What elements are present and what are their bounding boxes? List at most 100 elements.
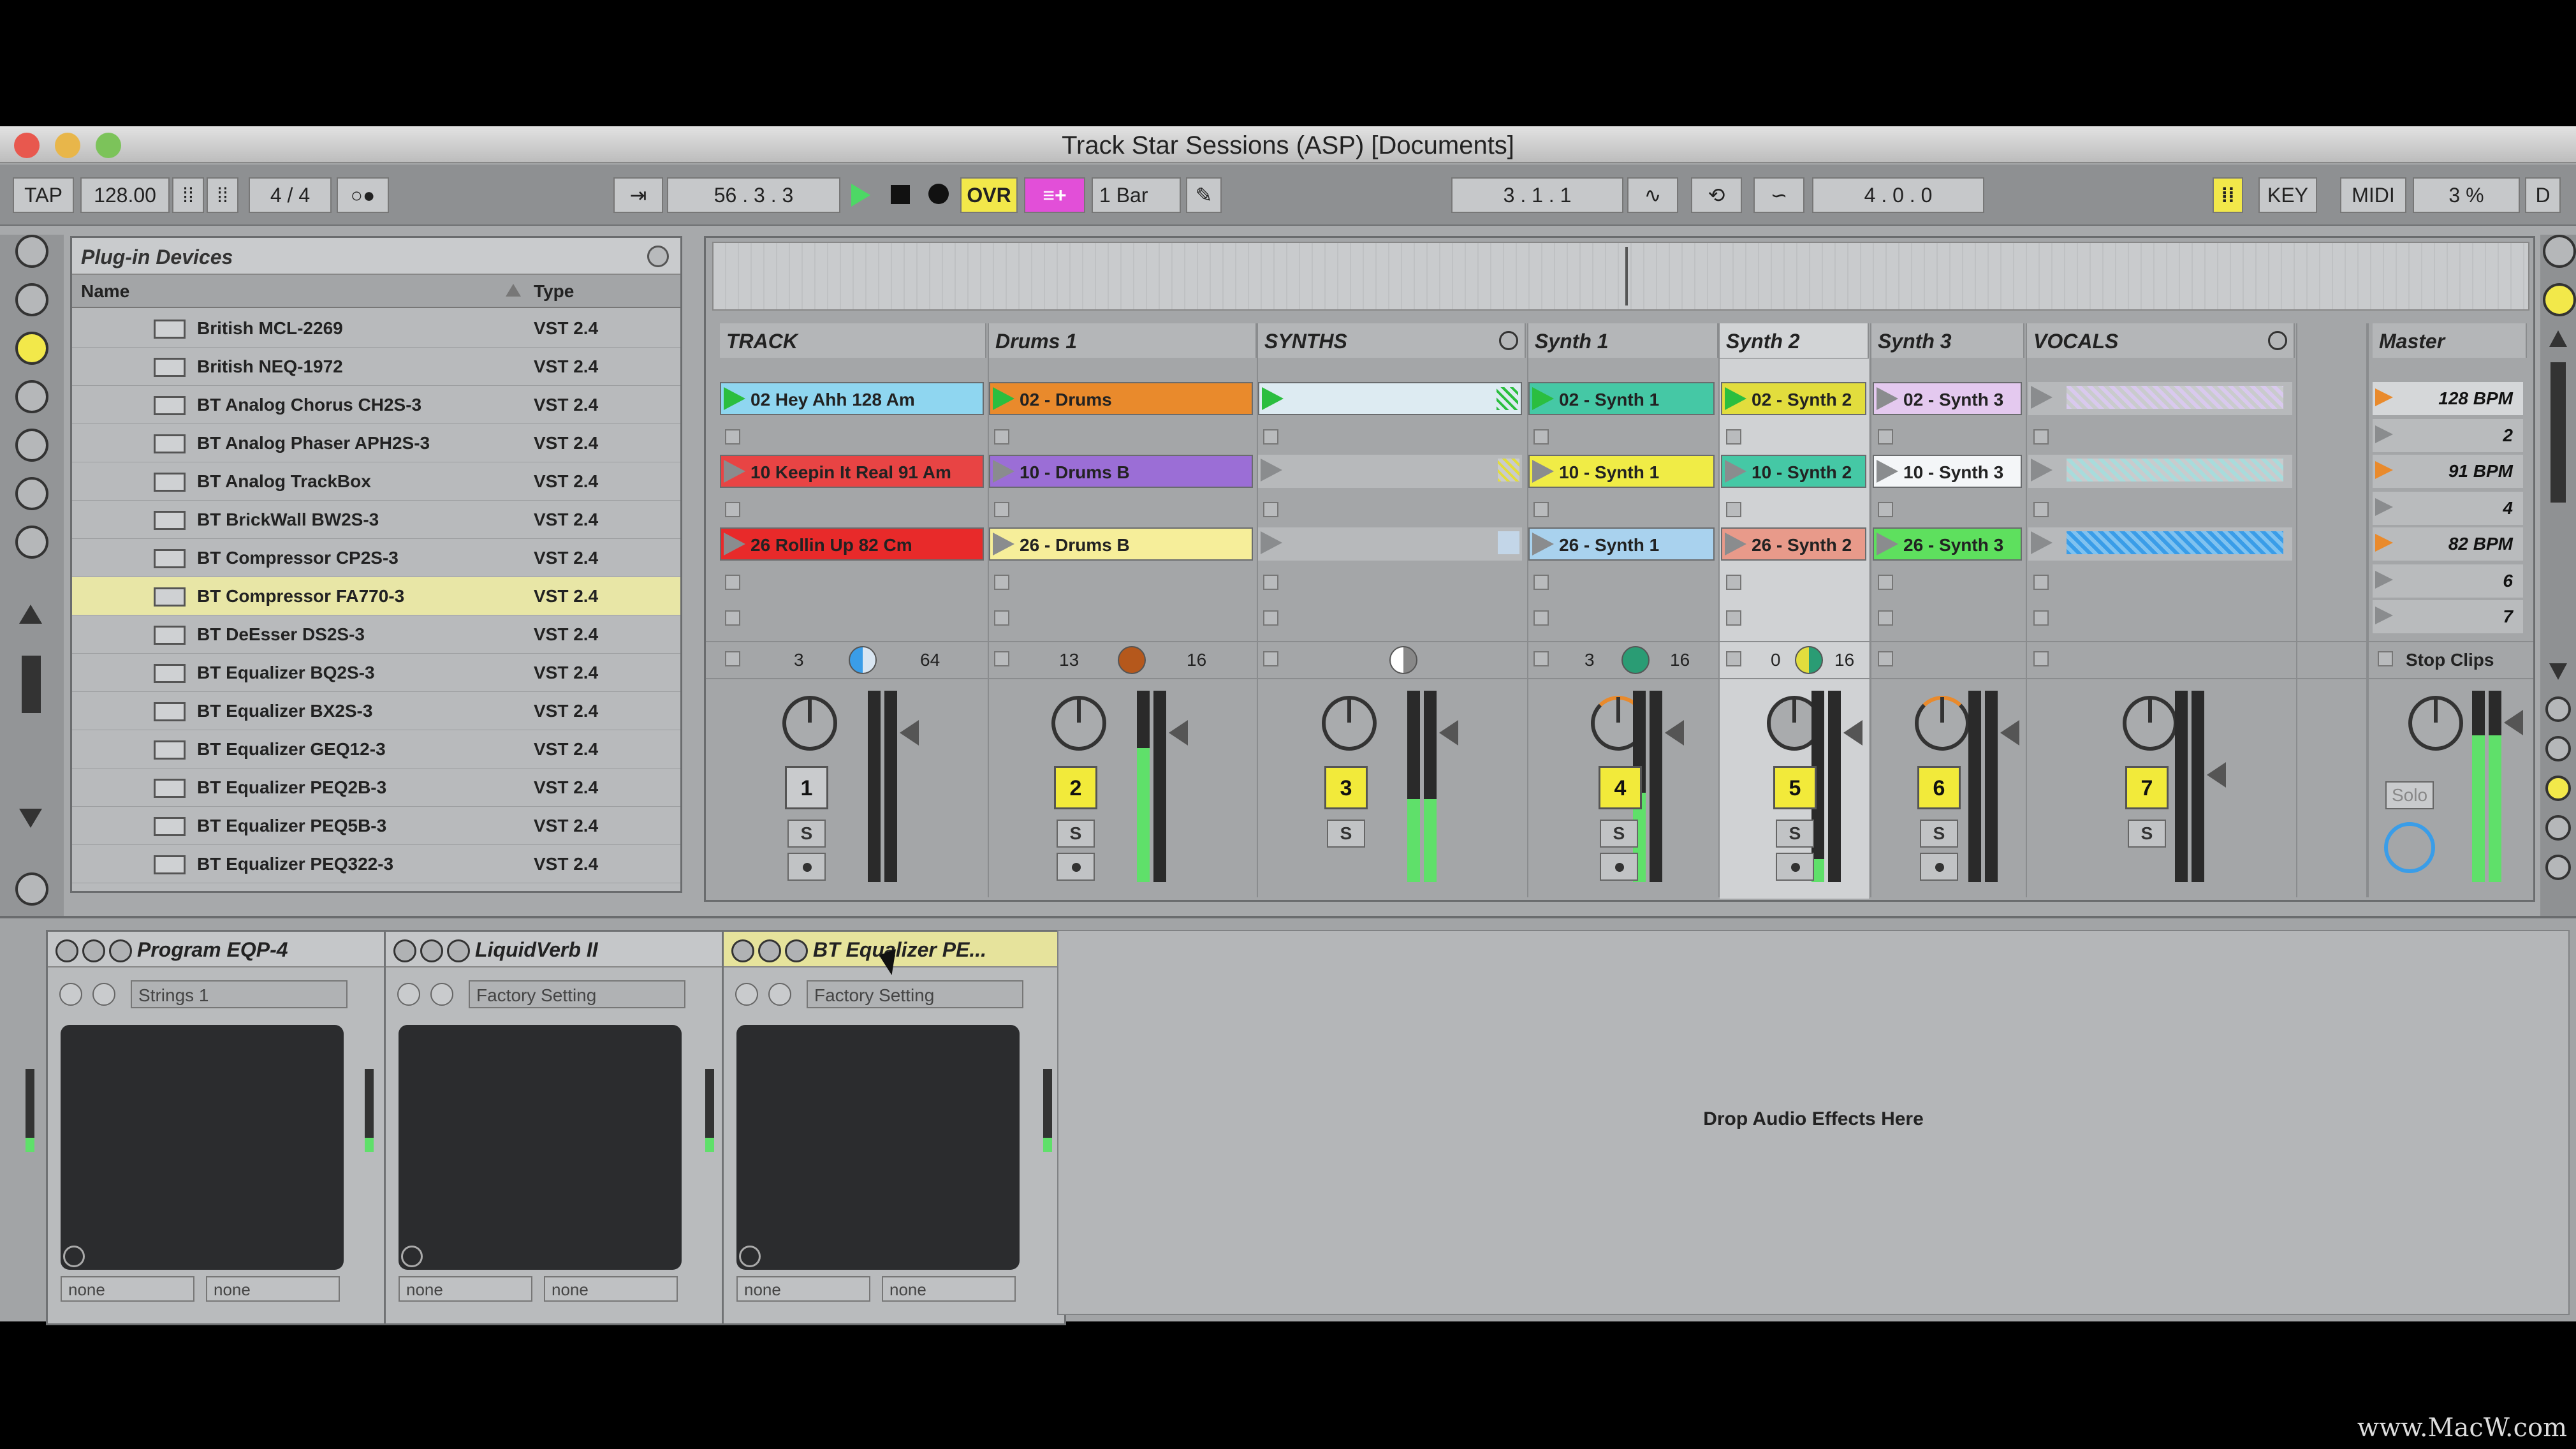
track-activator-button[interactable]: 2 bbox=[1054, 766, 1097, 809]
arm-button[interactable] bbox=[787, 853, 826, 881]
volume-fader-arrow-icon[interactable] bbox=[1439, 720, 1458, 746]
expand-icon[interactable] bbox=[63, 1246, 85, 1267]
empty-slot-stop-icon[interactable] bbox=[1878, 610, 1893, 626]
io-toggle-icon[interactable] bbox=[2545, 696, 2571, 722]
empty-slot-stop-icon[interactable] bbox=[1533, 575, 1549, 590]
clip-slot[interactable]: 10 Keepin It Real 91 Am bbox=[720, 455, 984, 488]
scene-play-icon[interactable] bbox=[2375, 607, 2393, 624]
returns-toggle-icon[interactable] bbox=[2545, 855, 2571, 880]
draw-mode-icon[interactable]: ✎ bbox=[1186, 177, 1222, 213]
preset-radio[interactable] bbox=[768, 983, 791, 1006]
preset-dropdown[interactable]: Factory Setting bbox=[807, 980, 1023, 1008]
track-header-synth-2[interactable]: Synth 2 bbox=[1720, 323, 1869, 358]
track-color-knob-icon[interactable] bbox=[1621, 646, 1650, 674]
loop-start-field[interactable]: 3 . 1 . 1 bbox=[1451, 177, 1623, 213]
track-stop-icon[interactable] bbox=[725, 651, 740, 666]
parameter-select[interactable]: none bbox=[399, 1276, 532, 1302]
empty-slot-stop-icon[interactable] bbox=[1263, 429, 1278, 445]
track-color-knob-icon[interactable] bbox=[1795, 646, 1823, 674]
group-fold-icon[interactable] bbox=[2268, 331, 2287, 350]
list-item[interactable]: British NEQ-1972 VST 2.4 bbox=[72, 348, 680, 386]
scene-play-icon[interactable] bbox=[2375, 498, 2393, 516]
empty-slot-stop-icon[interactable] bbox=[1878, 575, 1893, 590]
preset-dropdown[interactable]: Strings 1 bbox=[131, 980, 348, 1008]
plugin-devices-icon[interactable] bbox=[15, 283, 48, 316]
record-button[interactable] bbox=[921, 177, 956, 213]
clip-slot[interactable]: 10 - Synth 2 bbox=[1721, 455, 1866, 488]
scroll-down-icon[interactable] bbox=[19, 809, 42, 828]
group-play-icon[interactable] bbox=[1262, 387, 1284, 410]
clip-play-icon[interactable] bbox=[1725, 533, 1746, 555]
list-item[interactable]: BT Equalizer PEQ5B-3 VST 2.4 bbox=[72, 807, 680, 845]
device-fold-icon[interactable] bbox=[82, 939, 105, 962]
track-header-synths[interactable]: SYNTHS bbox=[1258, 323, 1526, 358]
parameter-select[interactable]: none bbox=[882, 1276, 1016, 1302]
device-wrench-icon[interactable] bbox=[109, 939, 132, 962]
list-item[interactable]: BT Equalizer BQ2S-3 VST 2.4 bbox=[72, 654, 680, 692]
solo-button[interactable]: S bbox=[1776, 820, 1814, 848]
volume-fader-arrow-icon[interactable] bbox=[1665, 720, 1684, 746]
solo-button[interactable]: S bbox=[1600, 820, 1638, 848]
track-activator-button[interactable]: 3 bbox=[1324, 766, 1368, 809]
empty-slot-stop-icon[interactable] bbox=[994, 610, 1009, 626]
clip-slot[interactable] bbox=[2028, 527, 2292, 561]
track-activator-button[interactable]: 1 bbox=[785, 766, 828, 809]
expand-icon[interactable] bbox=[739, 1246, 761, 1267]
clip-slot[interactable]: 26 Rollin Up 82 Cm bbox=[720, 527, 984, 561]
solo-button[interactable]: S bbox=[1057, 820, 1095, 848]
midi-overdub-button[interactable]: ≡+ bbox=[1024, 177, 1085, 213]
list-item[interactable]: BT Equalizer PEQ322-3 VST 2.4 bbox=[72, 845, 680, 883]
folder-2-icon[interactable] bbox=[15, 429, 48, 462]
clip-slot[interactable]: 02 Hey Ahh 128 Am bbox=[720, 382, 984, 415]
live-devices-icon[interactable] bbox=[15, 235, 48, 268]
track-stop-icon[interactable] bbox=[1263, 651, 1278, 666]
track-color-knob-icon[interactable] bbox=[1389, 646, 1417, 674]
solo-button[interactable]: S bbox=[787, 820, 826, 848]
empty-slot-stop-icon[interactable] bbox=[1726, 502, 1741, 517]
clip-play-icon[interactable] bbox=[724, 533, 745, 555]
clip-play-icon[interactable] bbox=[724, 387, 745, 410]
punch-in-icon[interactable]: ∿ bbox=[1627, 177, 1678, 213]
scene-play-icon[interactable] bbox=[2375, 534, 2393, 552]
group-play-icon[interactable] bbox=[1261, 459, 1282, 482]
volume-knob[interactable] bbox=[1915, 696, 1970, 751]
arrangement-view-icon[interactable] bbox=[2543, 283, 2576, 316]
arm-button[interactable] bbox=[1057, 853, 1095, 881]
clip-slot[interactable]: 10 - Drums B bbox=[989, 455, 1253, 488]
parameter-select[interactable]: none bbox=[61, 1276, 194, 1302]
preset-radio[interactable] bbox=[397, 983, 420, 1006]
track-color-knob-icon[interactable] bbox=[1118, 646, 1146, 674]
list-item[interactable]: BT BrickWall BW2S-3 VST 2.4 bbox=[72, 501, 680, 539]
stop-button[interactable] bbox=[882, 177, 918, 213]
clip-slot[interactable] bbox=[2028, 382, 2292, 415]
hotswap-icon[interactable] bbox=[15, 526, 48, 559]
scene-play-icon[interactable] bbox=[2375, 571, 2393, 589]
master-volume-knob[interactable] bbox=[2408, 696, 2463, 751]
session-scrollbar[interactable] bbox=[2550, 362, 2566, 503]
track-stop-icon[interactable] bbox=[1726, 651, 1741, 666]
stop-all-clips-icon[interactable] bbox=[2378, 651, 2393, 666]
track-stop-icon[interactable] bbox=[2033, 651, 2049, 666]
list-item[interactable]: BT Analog TrackBox VST 2.4 bbox=[72, 462, 680, 501]
overdub-button[interactable]: OVR bbox=[960, 177, 1018, 213]
volume-knob[interactable] bbox=[782, 696, 837, 751]
clip-play-icon[interactable] bbox=[993, 533, 1014, 555]
scene-play-icon[interactable] bbox=[2375, 388, 2393, 406]
arm-button[interactable] bbox=[1600, 853, 1638, 881]
device-fold-icon[interactable] bbox=[758, 939, 781, 962]
track-activator-button[interactable]: 6 bbox=[1917, 766, 1961, 809]
volume-knob[interactable] bbox=[1051, 696, 1106, 751]
track-header-synth-3[interactable]: Synth 3 bbox=[1871, 323, 2024, 358]
folder-1-icon[interactable] bbox=[15, 380, 48, 413]
expand-icon[interactable] bbox=[401, 1246, 423, 1267]
clip-play-icon[interactable] bbox=[724, 460, 745, 483]
group-play-icon[interactable] bbox=[1261, 531, 1282, 554]
scene-play-icon[interactable] bbox=[2375, 425, 2393, 443]
clip-slot[interactable]: 02 - Synth 3 bbox=[1873, 382, 2022, 415]
nudge-up-button[interactable]: ⁞⁞ bbox=[207, 177, 238, 213]
empty-slot-stop-icon[interactable] bbox=[1726, 610, 1741, 626]
list-item[interactable]: BT Equalizer PEQ2B-3 VST 2.4 bbox=[72, 769, 680, 807]
browser-search-icon[interactable] bbox=[647, 246, 669, 267]
clip-play-icon[interactable] bbox=[1532, 533, 1554, 555]
empty-slot-stop-icon[interactable] bbox=[1533, 502, 1549, 517]
